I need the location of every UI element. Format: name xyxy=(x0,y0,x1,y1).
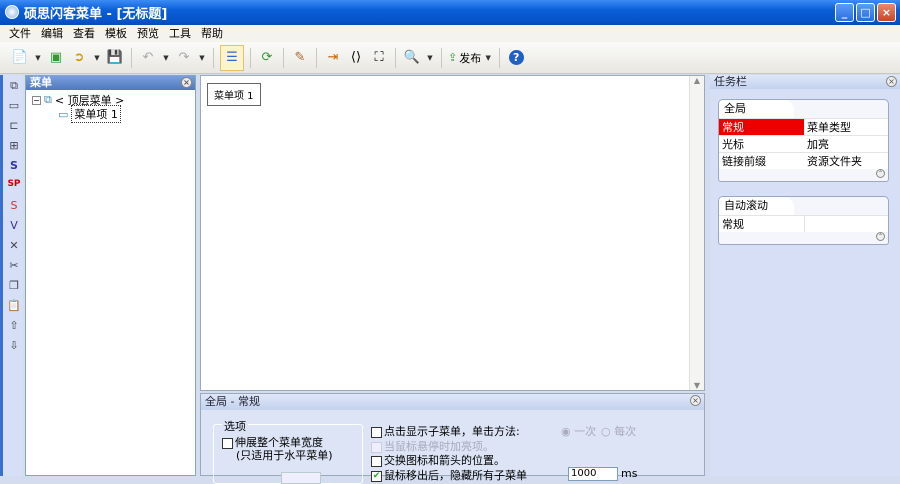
stretch-note: (只适用于水平菜单) xyxy=(236,449,333,462)
publish-button[interactable]: ⇪ 发布 ▼ xyxy=(448,50,493,66)
menu-help[interactable]: 帮助 xyxy=(196,25,228,42)
save-icon[interactable]: 💾 xyxy=(105,48,125,68)
close-button[interactable]: × xyxy=(877,3,896,22)
open-icon[interactable]: ➲ xyxy=(69,48,89,68)
close-taskpane-icon[interactable]: × xyxy=(886,76,897,87)
app-icon xyxy=(5,5,19,19)
task-autoscroll-general[interactable]: 常规 xyxy=(719,215,804,232)
menu-edit[interactable]: 编辑 xyxy=(36,25,68,42)
taskpane-title: 任务栏 xyxy=(714,75,747,88)
move-down-icon[interactable]: ⇩ xyxy=(6,339,22,355)
radio-each[interactable]: ○ 每次 xyxy=(601,423,636,439)
task-pane: 任务栏 × 全局 常规 菜单类型 光标 加亮 链接前缀 资源文件夹 ⌃ 自动滚动 … xyxy=(710,75,900,476)
preview-dropdown[interactable]: ▼ xyxy=(425,54,435,62)
add-menu-icon[interactable]: ⧉ xyxy=(6,79,22,95)
menu-item-icon: ▭ xyxy=(58,107,69,121)
title-bar: 硕思闪客菜单 - [无标题] _ □ × xyxy=(0,0,900,25)
new-dropdown[interactable]: ▼ xyxy=(33,54,43,62)
publish-icon: ⇪ xyxy=(448,51,458,64)
canvas-scrollbar[interactable]: ▲ ▼ xyxy=(689,76,704,390)
task-highlight[interactable]: 加亮 xyxy=(804,135,888,152)
list-view-icon[interactable]: ☰ xyxy=(220,44,244,71)
insert-v-icon[interactable]: V xyxy=(6,219,22,235)
radio-each-label: 每次 xyxy=(614,425,637,438)
help-icon[interactable]: ? xyxy=(506,48,526,68)
menu-root-icon: ⧉ xyxy=(44,93,52,106)
collapse-group-icon[interactable]: ⌃ xyxy=(876,232,885,241)
menu-tree-panel: 菜单 × − ⧉ < 顶层菜单 > ▭ 菜单项 1 xyxy=(25,75,196,476)
task-general[interactable]: 常规 xyxy=(719,118,804,135)
design-canvas: 菜单项 1 ▲ ▼ xyxy=(200,75,705,391)
tree-item-label: 菜单项 1 xyxy=(71,105,121,123)
add-sub-icon[interactable]: ⊏ xyxy=(6,119,22,135)
autoscroll-group: 自动滚动 常规 ⌃ xyxy=(718,196,889,245)
insert-sub-s-icon[interactable]: S xyxy=(6,199,22,215)
props-title: 全局 - 常规 xyxy=(205,395,260,408)
menu-preview[interactable]: 预览 xyxy=(132,25,164,42)
insert-sp-icon[interactable]: SP xyxy=(6,179,22,195)
publish-label: 发布 xyxy=(459,51,482,65)
new-icon[interactable]: 📄 xyxy=(10,48,30,68)
copy-icon[interactable]: ❐ xyxy=(6,279,22,295)
undo-dropdown[interactable]: ▼ xyxy=(161,54,171,62)
menu-panel-title: 菜单 xyxy=(30,76,52,89)
task-resource-folder[interactable]: 资源文件夹 xyxy=(804,152,888,169)
minimize-button[interactable]: _ xyxy=(835,3,854,22)
window-title: 硕思闪客菜单 - [无标题] xyxy=(24,7,168,22)
close-props-icon[interactable]: × xyxy=(690,395,701,406)
collapse-icon[interactable]: − xyxy=(32,95,41,105)
task-autoscroll-empty xyxy=(804,215,888,232)
menu-template[interactable]: 模板 xyxy=(100,25,132,42)
swap-icon-checkbox[interactable]: 交换图标和箭头的位置。 xyxy=(371,452,505,468)
toolbar: 📄 ▼ ▣ ➲ ▼ 💾 ↶ ▼ ↷ ▼ ☰ ⟳ ✎ ⇥ ⟨⟩ ⛶ 🔍 ▼ ⇪ 发布 ▼ ? xyxy=(0,42,900,74)
canvas-menu-item[interactable]: 菜单项 1 xyxy=(207,83,261,106)
global-group: 全局 常规 菜单类型 光标 加亮 链接前缀 资源文件夹 ⌃ xyxy=(718,99,889,182)
redo-icon[interactable]: ↷ xyxy=(174,48,194,68)
open-dropdown[interactable]: ▼ xyxy=(92,54,102,62)
hide-sub-checkbox[interactable]: ✔ 鼠标移出后，隐藏所有子菜单 xyxy=(371,467,527,483)
task-menu-type[interactable]: 菜单类型 xyxy=(804,118,888,135)
maximize-button[interactable]: □ xyxy=(856,3,875,22)
add-group-icon[interactable]: ⊞ xyxy=(6,139,22,155)
cut-icon[interactable]: ✂ xyxy=(6,259,22,275)
collapse-group-icon[interactable]: ⌃ xyxy=(876,169,885,178)
radio-once-label: 一次 xyxy=(574,425,597,438)
task-link-prefix[interactable]: 链接前缀 xyxy=(719,152,804,169)
code-icon[interactable]: ⟨⟩ xyxy=(346,48,366,68)
left-tool-strip: ⧉ ▭ ⊏ ⊞ S SP S V ✕ ✂ ❐ 📋 ⇧ ⇩ xyxy=(0,75,23,476)
menu-tools[interactable]: 工具 xyxy=(164,25,196,42)
menu-file[interactable]: 文件 xyxy=(4,25,36,42)
autoscroll-group-title: 自动滚动 xyxy=(719,197,794,215)
redo-dropdown[interactable]: ▼ xyxy=(197,54,207,62)
paste-icon[interactable]: 📋 xyxy=(6,299,22,315)
undo-icon[interactable]: ↶ xyxy=(138,48,158,68)
delay-unit: ms xyxy=(621,467,638,480)
delay-input[interactable]: 1000 xyxy=(568,467,618,481)
menu-view[interactable]: 查看 xyxy=(68,25,100,42)
tree-item[interactable]: ▭ 菜单项 1 xyxy=(32,105,195,123)
click-show-checkbox[interactable]: 点击显示子菜单，单击方法: xyxy=(371,423,520,439)
radio-once[interactable]: ◉ 一次 xyxy=(561,423,596,439)
task-cursor[interactable]: 光标 xyxy=(719,135,804,152)
insert-s-icon[interactable]: S xyxy=(6,159,22,175)
click-show-label: 点击显示子菜单，单击方法: xyxy=(384,425,520,438)
export-icon[interactable]: ⇥ xyxy=(323,48,343,68)
delete-icon[interactable]: ✕ xyxy=(6,239,22,255)
swap-icon-label: 交换图标和箭头的位置。 xyxy=(384,454,505,467)
options-title: 选项 xyxy=(222,418,248,434)
resize-icon[interactable]: ⛶ xyxy=(369,48,389,68)
width-spinner[interactable] xyxy=(281,472,321,484)
menu-bar: 文件 编辑 查看 模板 预览 工具 帮助 xyxy=(0,25,900,42)
move-up-icon[interactable]: ⇧ xyxy=(6,319,22,335)
global-group-title: 全局 xyxy=(719,100,794,118)
preview-icon[interactable]: 🔍 xyxy=(402,48,422,68)
open-template-icon[interactable]: ▣ xyxy=(46,48,66,68)
edit-icon[interactable]: ✎ xyxy=(290,48,310,68)
refresh-icon[interactable]: ⟳ xyxy=(257,48,277,68)
close-panel-icon[interactable]: × xyxy=(181,77,192,88)
add-item-icon[interactable]: ▭ xyxy=(6,99,22,115)
properties-panel: 全局 - 常规 × 选项 伸展整个菜单宽度 (只适用于水平菜单) 点击显示子菜单，… xyxy=(200,393,705,484)
